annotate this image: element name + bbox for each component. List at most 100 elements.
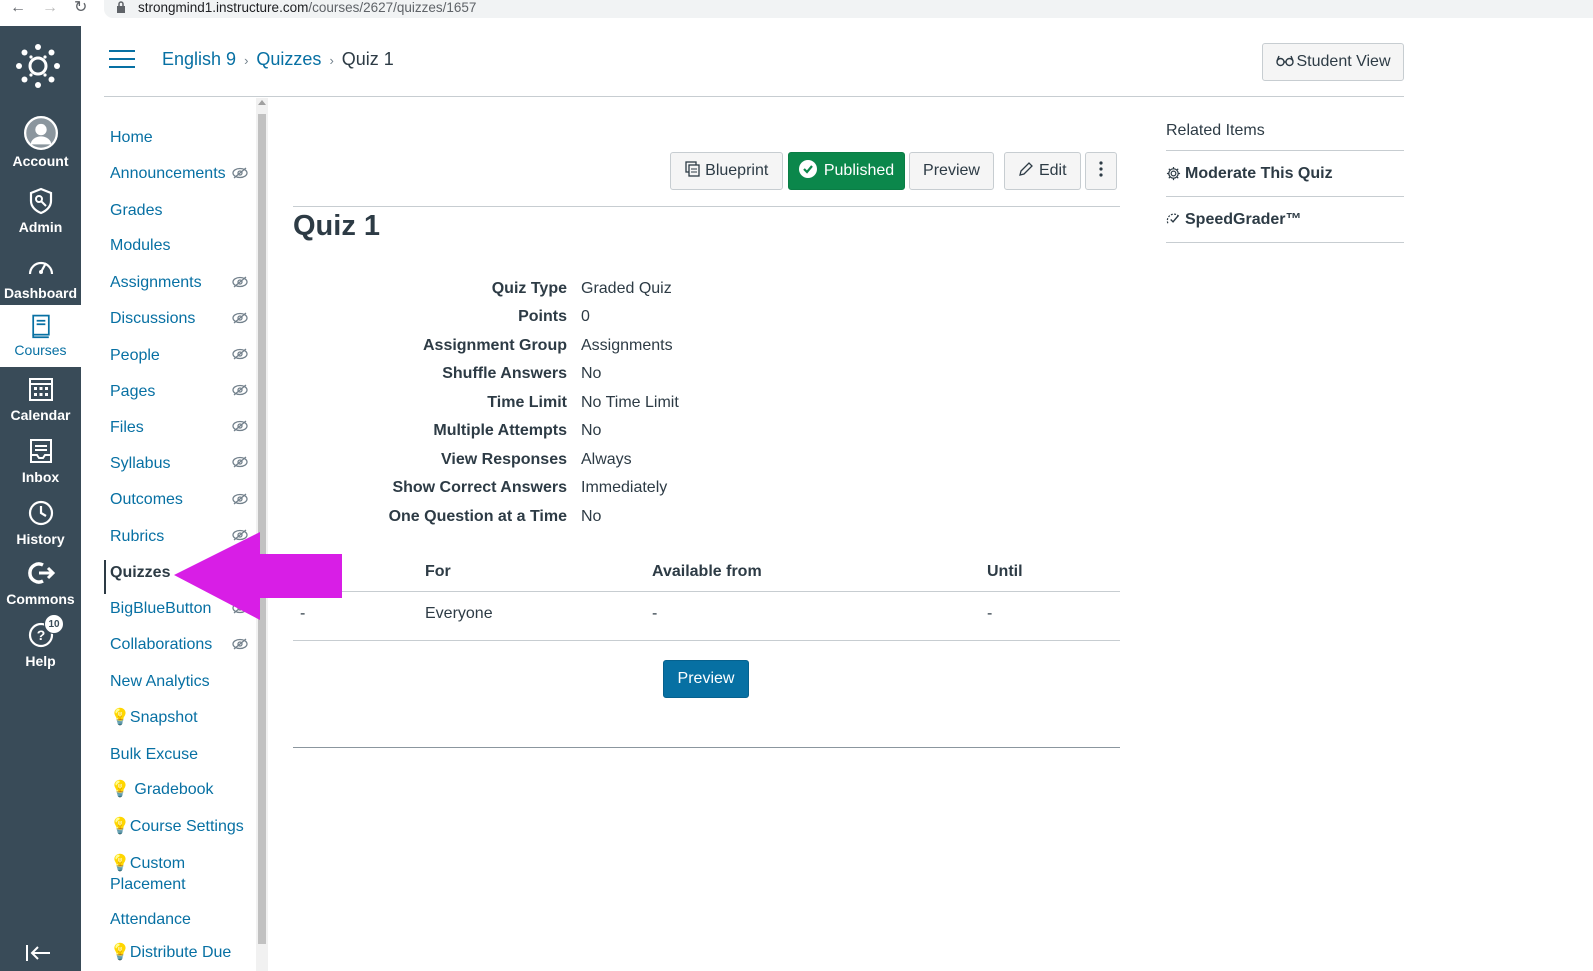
url-path: /courses/2627/quizzes/1657: [308, 0, 477, 15]
scroll-thumb[interactable]: [258, 114, 266, 944]
more-options-button[interactable]: [1085, 152, 1117, 190]
pencil-icon: [1019, 162, 1034, 176]
detail-row: Time Limit No Time Limit: [293, 392, 793, 414]
gnav-calendar-label: Calendar: [10, 407, 71, 423]
detail-value: Graded Quiz: [581, 280, 672, 297]
gnav-inbox-label: Inbox: [21, 469, 60, 485]
course-nav-discussions[interactable]: Discussions: [110, 309, 195, 328]
detail-label: Shuffle Answers: [442, 365, 567, 382]
moderate-quiz-label: Moderate This Quiz: [1185, 165, 1333, 182]
detail-row: Shuffle Answers No: [293, 363, 793, 385]
hamburger-line: [109, 58, 135, 60]
course-nav-outcomes[interactable]: Outcomes: [110, 490, 183, 509]
gnav-dashboard-label: Dashboard: [3, 285, 78, 301]
course-nav-quizzes[interactable]: Quizzes: [110, 563, 170, 582]
browser-bar: ← → ↻ strongmind1.instructure.com/course…: [0, 0, 1593, 26]
course-nav-modules[interactable]: Modules: [110, 236, 170, 255]
course-nav-new-analytics[interactable]: New Analytics: [110, 672, 210, 691]
content-divider: [293, 747, 1120, 748]
course-nav-course-settings[interactable]: 💡Course Settings: [110, 817, 244, 836]
course-nav-distribute-due[interactable]: 💡Distribute Due: [110, 943, 231, 962]
course-nav-attendance[interactable]: Attendance: [110, 910, 191, 929]
eye-slash-icon: [232, 276, 248, 288]
moderate-quiz-link[interactable]: Moderate This Quiz: [1166, 151, 1404, 196]
detail-value: Assignments: [581, 337, 673, 354]
reload-icon[interactable]: ↻: [74, 0, 87, 16]
column-header: Available from: [652, 563, 762, 580]
eye-slash-icon: [232, 312, 248, 324]
published-button[interactable]: Published: [788, 152, 905, 190]
course-nav-home[interactable]: Home: [110, 128, 153, 147]
course-nav-syllabus[interactable]: Syllabus: [110, 454, 170, 473]
course-nav-collaborations[interactable]: Collaborations: [110, 635, 212, 654]
help-badge: 10: [44, 614, 64, 634]
course-nav-gradebook[interactable]: 💡 Gradebook: [110, 780, 214, 799]
gnav-help[interactable]: ? 10 Help: [0, 614, 81, 669]
lightbulb-icon: 💡: [110, 855, 130, 872]
table-cell: Everyone: [425, 605, 493, 622]
back-arrow-icon[interactable]: ←: [10, 0, 26, 16]
course-nav-people[interactable]: People: [110, 346, 160, 365]
course-nav-assignments[interactable]: Assignments: [110, 273, 202, 292]
gnav-account[interactable]: Account: [0, 116, 81, 169]
gnav-account-label: Account: [12, 153, 69, 169]
detail-row: One Question at a Time No: [293, 506, 793, 528]
eye-slash-icon: [232, 493, 248, 505]
column-header: For: [425, 563, 451, 580]
breadcrumb-separator: ›: [329, 53, 334, 68]
gnav-courses-label: Courses: [14, 342, 67, 358]
course-nav-rubrics[interactable]: Rubrics: [110, 527, 164, 546]
detail-label: Multiple Attempts: [433, 422, 567, 439]
course-menu-toggle[interactable]: [109, 50, 135, 70]
forward-arrow-icon[interactable]: →: [42, 0, 58, 16]
gnav-history[interactable]: History: [0, 498, 81, 547]
url-text: strongmind1.instructure.com/courses/2627…: [138, 0, 476, 16]
detail-value: No: [581, 422, 602, 439]
edit-label: Edit: [1038, 162, 1067, 179]
kebab-menu-icon: [1099, 161, 1103, 177]
edit-button[interactable]: Edit: [1004, 152, 1081, 190]
scroll-up-arrow-icon[interactable]: [258, 100, 266, 105]
speedgrader-icon: [1166, 213, 1180, 224]
collapse-nav-icon[interactable]: [24, 943, 54, 963]
gnav-courses[interactable]: Courses: [0, 305, 81, 367]
gnav-dashboard[interactable]: Dashboard: [0, 252, 81, 301]
gnav-help-label: Help: [25, 653, 56, 669]
blueprint-button[interactable]: Blueprint: [670, 152, 783, 190]
eye-slash-icon: [232, 420, 248, 432]
gnav-inbox[interactable]: Inbox: [0, 436, 81, 485]
eye-slash-icon: [232, 348, 248, 360]
gnav-admin[interactable]: Admin: [0, 186, 81, 235]
course-nav-announcements[interactable]: Announcements: [110, 164, 226, 183]
course-nav-custom-placement[interactable]: 💡Custom Placement: [110, 853, 220, 895]
course-nav-snapshot[interactable]: 💡Snapshot: [110, 708, 198, 727]
global-nav: Account Admin Dashboard Courses Calendar…: [0, 26, 81, 971]
commons-icon: [27, 562, 55, 584]
column-header: Until: [987, 563, 1023, 580]
detail-label: Quiz Type: [491, 280, 567, 297]
course-nav-grades[interactable]: Grades: [110, 201, 162, 220]
detail-label: Assignment Group: [422, 337, 567, 354]
canvas-logo-icon[interactable]: [15, 43, 61, 89]
course-nav-pages[interactable]: Pages: [110, 382, 155, 401]
course-nav-files[interactable]: Files: [110, 418, 144, 437]
gnav-commons[interactable]: Commons: [0, 558, 81, 607]
detail-label: Show Correct Answers: [392, 479, 567, 496]
detail-row: Multiple Attempts No: [293, 420, 793, 442]
breadcrumb-quizzes[interactable]: Quizzes: [256, 49, 321, 69]
course-nav-bulk-excuse[interactable]: Bulk Excuse: [110, 745, 198, 764]
breadcrumb-course[interactable]: English 9: [162, 49, 236, 69]
detail-row: Show Correct Answers Immediately: [293, 477, 793, 499]
student-view-button[interactable]: Student View: [1262, 43, 1404, 81]
preview-toolbar-button[interactable]: Preview: [909, 152, 994, 190]
table-divider: [293, 591, 1120, 592]
lightbulb-icon: 💡: [110, 944, 130, 961]
shield-icon: [29, 187, 52, 215]
speedgrader-link[interactable]: SpeedGrader™: [1166, 197, 1404, 242]
breadcrumb-current: Quiz 1: [341, 49, 394, 69]
gnav-calendar[interactable]: Calendar: [0, 374, 81, 423]
address-bar[interactable]: strongmind1.instructure.com/courses/2627…: [104, 0, 1593, 18]
student-view-label: Student View: [1296, 53, 1391, 70]
detail-label: Time Limit: [487, 394, 567, 411]
preview-button[interactable]: Preview: [663, 660, 749, 698]
